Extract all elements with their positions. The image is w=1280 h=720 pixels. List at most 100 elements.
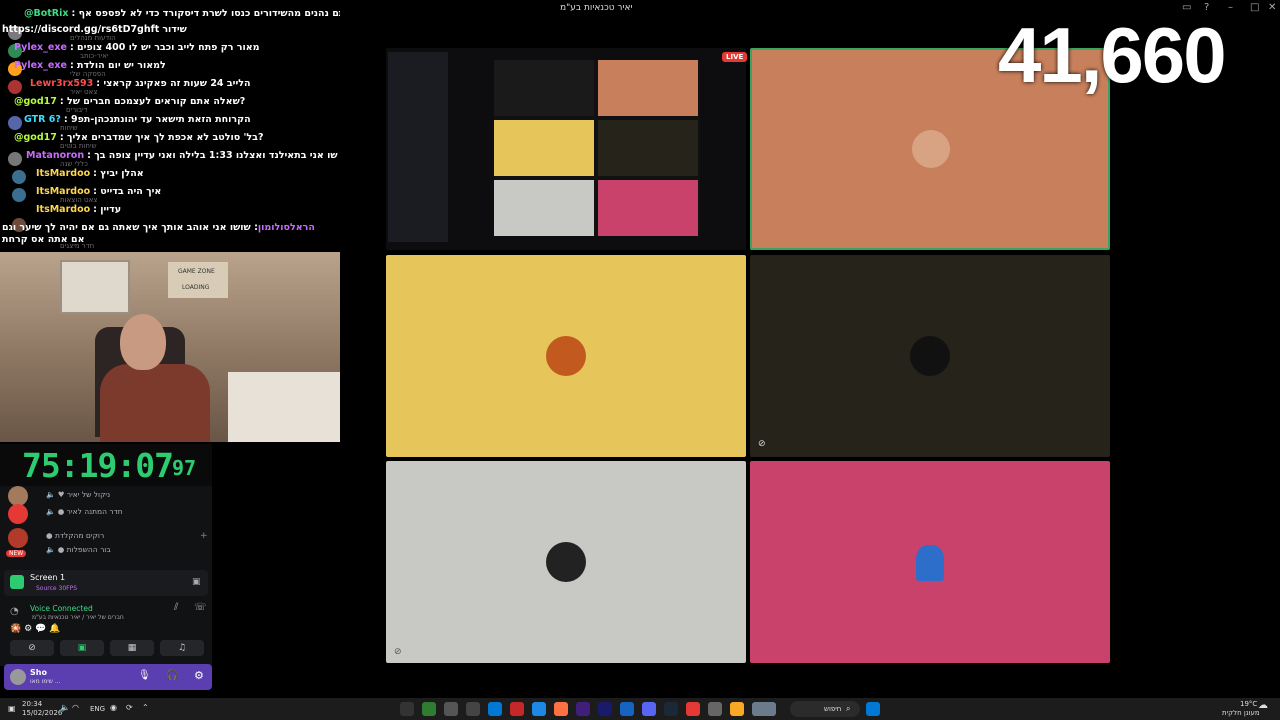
mini-tile — [494, 60, 594, 116]
subathon-timer: 75:19:07 97 — [0, 444, 212, 486]
voice-status: Voice Connected — [30, 604, 93, 613]
timer-fraction: 97 — [172, 456, 197, 480]
tray-time: 20:34 — [22, 700, 43, 708]
activity-icons[interactable]: 🎇 ⚙ 💬 🔔 — [10, 624, 60, 634]
chat-message: Lewr3rx593: הלייב 24 שעות זה פאקינג קראצ… — [30, 78, 251, 90]
disconnect-icon[interactable]: ☏ — [194, 602, 207, 613]
tile-grey[interactable]: ⊘ — [386, 461, 746, 663]
windows-taskbar: ▣ 20:34 15/02/2026 🔈 ◠ ENG ◉ ⟳ ⌃ חיפוש ⌕… — [0, 698, 1280, 720]
streamer — [100, 292, 210, 442]
screen-share-card[interactable]: Screen 1 Source 30FPS ▣ — [4, 570, 208, 596]
close-button[interactable]: ✕ — [1268, 2, 1276, 13]
taskbar-app-icon[interactable] — [400, 702, 414, 716]
chat-username: Pylex_exe — [14, 60, 67, 71]
discord-taskbar-icon[interactable] — [642, 702, 656, 716]
brave-taskbar-icon[interactable] — [686, 702, 700, 716]
avatar — [8, 116, 22, 130]
user-status: שימו מאו ... — [30, 678, 61, 685]
taskbar-app-icon[interactable] — [488, 702, 502, 716]
avatar — [8, 80, 22, 94]
taskbar-app-icon[interactable] — [554, 702, 568, 716]
chat-username: הראלסולומון — [257, 222, 315, 233]
tile-pink[interactable] — [750, 461, 1110, 663]
chat-text: : הלייב 24 שעות זה פאקינג קראצי — [96, 78, 251, 89]
taskbar-app-icon[interactable] — [466, 702, 480, 716]
headphones-icon[interactable]: 🎧 — [166, 670, 178, 681]
taskbar-app-icon[interactable] — [620, 702, 634, 716]
chat-text: : איך היה בדייט — [93, 186, 162, 197]
chat-text: : אם אתם נהנים מהשידורים כנסו לשרת דיסקו… — [71, 8, 340, 19]
avatar — [12, 170, 26, 184]
signal-icon: ◔ — [10, 606, 19, 617]
mini-tile — [598, 60, 698, 116]
notification-icon[interactable]: ▣ — [8, 704, 16, 713]
steam-taskbar-icon[interactable] — [664, 702, 678, 716]
screen-icon — [10, 575, 24, 589]
category-item[interactable]: ● רוקים מהקלדת — [46, 531, 104, 540]
search-label: חיפוש — [824, 705, 842, 713]
add-channel-icon[interactable]: + — [200, 531, 208, 541]
tray-app-icon[interactable]: ◉ — [110, 703, 117, 712]
activities-button[interactable]: ▦ — [110, 640, 154, 656]
chat-username: @god17 — [14, 96, 57, 107]
camera-off-button[interactable]: ⊘ — [10, 640, 54, 656]
chat-username: @god17 — [14, 132, 57, 143]
mini-tile — [598, 180, 698, 236]
taskbar-app-icon[interactable] — [598, 702, 612, 716]
soundboard-button[interactable]: ♫ — [160, 640, 204, 656]
mini-tile — [494, 120, 594, 176]
mic-muted-icon: ⊘ — [394, 647, 402, 657]
chat-text: : שושו אני אוהב אותך איך שאתה גם אם יהיה… — [2, 222, 258, 245]
tile-yellow[interactable] — [386, 255, 746, 457]
minimize-button[interactable]: – — [1228, 2, 1233, 13]
taskbar-app-icon[interactable] — [576, 702, 590, 716]
server-icon[interactable] — [8, 486, 28, 506]
language-indicator[interactable]: ENG — [90, 705, 105, 713]
chat-text: : עדיין — [93, 204, 122, 215]
voice-channel-item[interactable]: 🔈 ● בור ההשפלות — [46, 545, 111, 554]
maximize-button[interactable]: □ — [1250, 2, 1259, 13]
weather-description: מעונן חלקית — [1222, 709, 1260, 717]
chat-text: שידור — [162, 24, 187, 35]
camera-off-icon: ⊘ — [758, 439, 766, 449]
file-explorer-icon[interactable] — [730, 702, 744, 716]
tray-app-icon[interactable]: ⟳ — [126, 703, 133, 712]
voice-channel-name: חברים של יאיר / יאיר טכנאיות בע"מ — [32, 614, 124, 621]
wifi-icon[interactable]: ◠ — [72, 703, 79, 712]
mini-tile — [494, 180, 594, 236]
taskbar-app-icon[interactable] — [708, 702, 722, 716]
chat-text: : אהלן יביץ — [93, 168, 144, 179]
avatar[interactable] — [10, 669, 26, 685]
voice-channel-item[interactable]: 🔈 ● חדר המתנה לאיר — [46, 507, 123, 516]
taskbar-app-icon[interactable] — [422, 702, 436, 716]
mini-tile — [598, 120, 698, 176]
tile-screenshare[interactable] — [386, 48, 746, 250]
taskbar-app-icon[interactable] — [532, 702, 546, 716]
taskbar-app-icon[interactable] — [510, 702, 524, 716]
taskbar-app-icon[interactable] — [444, 702, 458, 716]
start-button[interactable] — [866, 702, 880, 716]
chat-text: : הקרוחת הזאת תישאר עד יהונתנכהן-תפ9 — [63, 114, 251, 125]
server-icon[interactable] — [8, 504, 28, 524]
chat-username: Lewr3rx593 — [30, 78, 94, 89]
channel-label: רוקים מהקלדת — [54, 531, 105, 540]
noise-suppression-icon[interactable]: ⫽ — [174, 602, 178, 613]
taskbar-search[interactable]: חיפוש ⌕ — [790, 701, 860, 717]
settings-gear-icon[interactable]: ⚙ — [194, 669, 204, 682]
server-icon[interactable] — [8, 528, 28, 548]
popout-icon[interactable]: ▣ — [192, 577, 201, 587]
chat-text: : בל' סולטב לא אכפת לך איך שמדברים אליך? — [59, 132, 264, 143]
search-icon: ⌕ — [846, 704, 851, 713]
chevron-up-icon[interactable]: ⌃ — [142, 703, 149, 712]
channel-label: בור ההשפלות — [66, 545, 111, 554]
chat-text: : למאור יש יום הולדת — [69, 60, 166, 71]
widgets-icon[interactable] — [752, 702, 776, 716]
screen-share-button[interactable]: ▣ — [60, 640, 104, 656]
voice-channel-item[interactable]: 🔈 ♥ ניקול של יאיר — [46, 490, 110, 499]
tile-dark[interactable]: ⊘ — [750, 255, 1110, 457]
volume-icon[interactable]: 🔈 — [60, 703, 70, 712]
microphone-icon[interactable]: 🎙 — [138, 670, 151, 681]
chat-message: @BotRix: אם אתם נהנים מהשידורים כנסו לשר… — [24, 8, 340, 20]
chat-username: @BotRix — [24, 8, 69, 19]
chat-text: : שו אני בתאילנד ואצלנו 1:33 בלילה ואני … — [87, 150, 338, 161]
